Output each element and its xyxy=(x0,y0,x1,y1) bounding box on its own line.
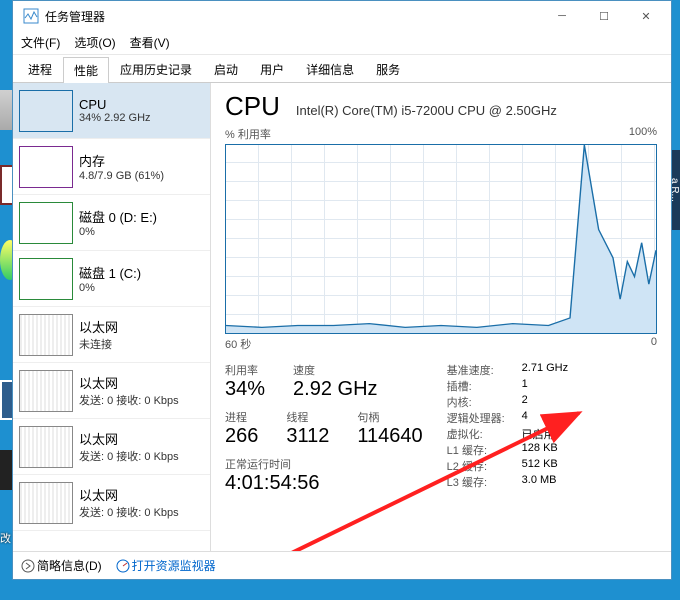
detail-val-0: 2.71 GHz xyxy=(522,362,582,378)
sidebar-item-cpu-0[interactable]: CPU34% 2.92 GHz xyxy=(13,83,210,139)
menu-file[interactable]: 文件(F) xyxy=(21,34,60,51)
sidebar-item-sub: 发送: 0 接收: 0 Kbps xyxy=(79,448,179,464)
disk-thumb-icon xyxy=(19,258,73,300)
sidebar[interactable]: CPU34% 2.92 GHz内存4.8/7.9 GB (61%)磁盘 0 (D… xyxy=(13,83,211,551)
sidebar-item-eth-6[interactable]: 以太网发送: 0 接收: 0 Kbps xyxy=(13,419,210,475)
sidebar-item-eth-7[interactable]: 以太网发送: 0 接收: 0 Kbps xyxy=(13,475,210,531)
app-icon xyxy=(23,8,39,24)
minimize-button[interactable]: ─ xyxy=(541,2,583,30)
tab-4[interactable]: 用户 xyxy=(249,56,295,82)
detail-val-6: 512 KB xyxy=(522,458,582,474)
sidebar-item-name: 内存 xyxy=(79,151,164,170)
value-utilization: 34% xyxy=(225,378,265,401)
fewer-details-button[interactable]: 简略信息(D) xyxy=(21,557,102,574)
sidebar-item-mem-1[interactable]: 内存4.8/7.9 GB (61%) xyxy=(13,139,210,195)
mem-thumb-icon xyxy=(19,146,73,188)
sidebar-item-name: 磁盘 1 (C:) xyxy=(79,263,141,282)
chart-label-top-right: 100% xyxy=(629,126,657,142)
detail-key-0: 基准速度: xyxy=(447,362,522,378)
close-button[interactable]: ✕ xyxy=(625,2,667,30)
tab-0[interactable]: 进程 xyxy=(17,56,63,82)
detail-val-5: 128 KB xyxy=(522,442,582,458)
cpu-thumb-icon xyxy=(19,90,73,132)
menu-options[interactable]: 选项(O) xyxy=(74,34,115,51)
eth-thumb-icon xyxy=(19,370,73,412)
detail-val-4: 已启用 xyxy=(522,426,582,442)
value-uptime: 4:01:54:56 xyxy=(225,472,423,495)
menu-view[interactable]: 查看(V) xyxy=(130,34,170,51)
detail-key-5: L1 缓存: xyxy=(447,442,522,458)
value-threads: 3112 xyxy=(286,425,329,448)
detail-val-7: 3.0 MB xyxy=(522,474,582,490)
tab-3[interactable]: 启动 xyxy=(203,56,249,82)
menubar: 文件(F) 选项(O) 查看(V) xyxy=(13,31,671,55)
chart-label-bot-left: 60 秒 xyxy=(225,336,251,352)
detail-key-3: 逻辑处理器: xyxy=(447,410,522,426)
disk-thumb-icon xyxy=(19,202,73,244)
sidebar-item-sub: 4.8/7.9 GB (61%) xyxy=(79,170,164,182)
resmon-icon xyxy=(116,559,130,573)
tab-5[interactable]: 详细信息 xyxy=(295,56,365,82)
value-speed: 2.92 GHz xyxy=(293,378,377,401)
tab-strip: 进程性能应用历史记录启动用户详细信息服务 xyxy=(13,55,671,83)
label-handles: 句柄 xyxy=(357,409,422,425)
sidebar-item-name: 以太网 xyxy=(79,429,179,448)
sidebar-item-disk-2[interactable]: 磁盘 0 (D: E:)0% xyxy=(13,195,210,251)
cpu-model: Intel(R) Core(TM) i5-7200U CPU @ 2.50GHz xyxy=(296,103,557,118)
task-manager-window: 任务管理器 ─ ☐ ✕ 文件(F) 选项(O) 查看(V) 进程性能应用历史记录… xyxy=(12,0,672,580)
eth-thumb-icon xyxy=(19,426,73,468)
tab-1[interactable]: 性能 xyxy=(63,57,109,83)
detail-val-1: 1 xyxy=(522,378,582,394)
sidebar-item-sub: 34% 2.92 GHz xyxy=(79,112,151,124)
sidebar-item-eth-5[interactable]: 以太网发送: 0 接收: 0 Kbps xyxy=(13,363,210,419)
eth-thumb-icon xyxy=(19,482,73,524)
sidebar-item-disk-3[interactable]: 磁盘 1 (C:)0% xyxy=(13,251,210,307)
cpu-details-list: 基准速度:2.71 GHz插槽:1内核:2逻辑处理器:4虚拟化:已启用L1 缓存… xyxy=(447,362,582,495)
sidebar-item-name: 以太网 xyxy=(79,373,179,392)
panel-title: CPU xyxy=(225,91,280,122)
label-utilization: 利用率 xyxy=(225,362,265,378)
detail-key-6: L2 缓存: xyxy=(447,458,522,474)
label-speed: 速度 xyxy=(293,362,377,378)
main-panel: CPU Intel(R) Core(TM) i5-7200U CPU @ 2.5… xyxy=(211,83,671,551)
sidebar-item-eth-4[interactable]: 以太网未连接 xyxy=(13,307,210,363)
detail-val-3: 4 xyxy=(522,410,582,426)
sidebar-item-name: 以太网 xyxy=(79,317,118,336)
statusbar: 简略信息(D) 打开资源监视器 xyxy=(13,551,671,579)
value-processes: 266 xyxy=(225,425,258,448)
sidebar-item-sub: 0% xyxy=(79,226,157,238)
detail-key-2: 内核: xyxy=(447,394,522,410)
maximize-button[interactable]: ☐ xyxy=(583,2,625,30)
chart-label-bot-right: 0 xyxy=(651,336,657,352)
label-threads: 线程 xyxy=(286,409,329,425)
titlebar[interactable]: 任务管理器 ─ ☐ ✕ xyxy=(13,1,671,31)
detail-key-1: 插槽: xyxy=(447,378,522,394)
label-processes: 进程 xyxy=(225,409,258,425)
chart-label-top-left: % 利用率 xyxy=(225,126,271,142)
window-title: 任务管理器 xyxy=(45,8,541,25)
detail-val-2: 2 xyxy=(522,394,582,410)
tab-6[interactable]: 服务 xyxy=(365,56,411,82)
tab-2[interactable]: 应用历史记录 xyxy=(109,56,203,82)
label-uptime: 正常运行时间 xyxy=(225,456,423,472)
value-handles: 114640 xyxy=(357,425,422,448)
sidebar-item-name: CPU xyxy=(79,97,151,112)
cpu-utilization-chart xyxy=(225,144,657,334)
detail-key-7: L3 缓存: xyxy=(447,474,522,490)
open-resource-monitor-link[interactable]: 打开资源监视器 xyxy=(116,557,216,574)
collapse-icon xyxy=(21,559,35,573)
detail-key-4: 虚拟化: xyxy=(447,426,522,442)
sidebar-item-sub: 未连接 xyxy=(79,336,118,352)
eth-thumb-icon xyxy=(19,314,73,356)
sidebar-item-sub: 0% xyxy=(79,282,141,294)
sidebar-item-name: 以太网 xyxy=(79,485,179,504)
sidebar-item-sub: 发送: 0 接收: 0 Kbps xyxy=(79,504,179,520)
sidebar-item-name: 磁盘 0 (D: E:) xyxy=(79,207,157,226)
sidebar-item-sub: 发送: 0 接收: 0 Kbps xyxy=(79,392,179,408)
